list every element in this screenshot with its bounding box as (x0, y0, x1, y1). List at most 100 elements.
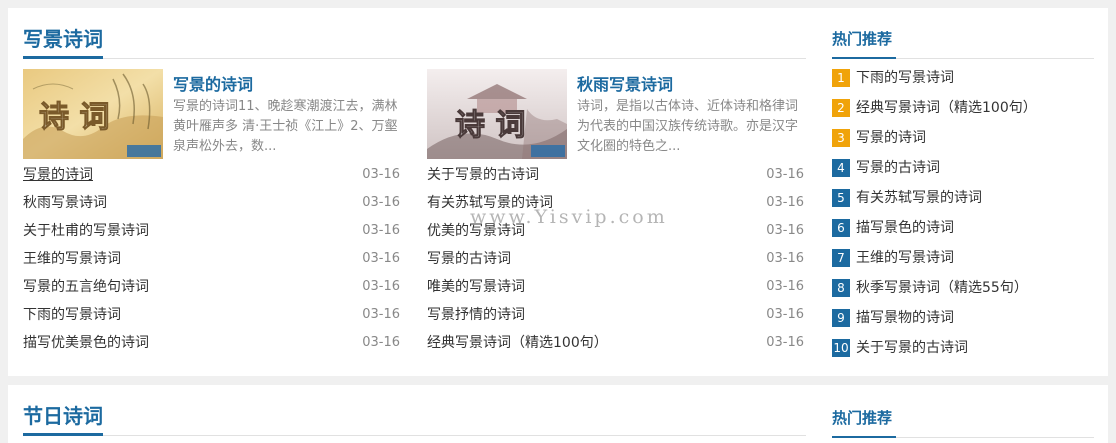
list-item-date: 03-16 (362, 307, 400, 322)
article-list-left: 写景的诗词 03-16 秋雨写景诗词 03-16 关于杜甫的写景诗词 03-16 王维… (23, 161, 400, 357)
hot-item: 2 经典写景诗词（精选100句） (832, 93, 1094, 123)
sidebar-divider (832, 436, 1094, 438)
poetry-painting-image: 诗 词 (23, 69, 163, 159)
hot-item-link[interactable]: 秋季写景诗词（精选55句） (856, 273, 1028, 303)
list-item-link[interactable]: 写景的古诗词 (427, 251, 511, 267)
section-title-underline (23, 56, 103, 59)
list-item-link[interactable]: 王维的写景诗词 (23, 251, 121, 267)
list-item-link[interactable]: 描写优美景色的诗词 (23, 335, 149, 351)
section-title-underline (23, 433, 103, 436)
list-item: 优美的写景诗词 03-16 (427, 217, 804, 245)
hot-item-link[interactable]: 描写景物的诗词 (856, 303, 954, 333)
list-item: 王维的写景诗词 03-16 (23, 245, 400, 273)
rank-badge: 5 (832, 189, 850, 207)
list-item-date: 03-16 (766, 279, 804, 294)
hot-item-link[interactable]: 写景的古诗词 (856, 153, 940, 183)
list-item-date: 03-16 (362, 223, 400, 238)
list-item-link[interactable]: 写景抒情的诗词 (427, 307, 525, 323)
featured-article-2: 诗 词 秋雨写景诗词 诗词，是指以古体诗、近体诗和格律词为代表的中国汉族传统诗歌… (427, 69, 807, 161)
list-item-link[interactable]: 写景的五言绝句诗词 (23, 279, 149, 295)
sidebar-title: 热门推荐 (832, 409, 893, 427)
hot-item: 3 写景的诗词 (832, 123, 1094, 153)
list-item-date: 03-16 (766, 195, 804, 210)
featured-title-link[interactable]: 秋雨写景诗词 (577, 71, 673, 95)
list-item-link[interactable]: 关于写景的古诗词 (427, 167, 539, 183)
hot-item-link[interactable]: 描写景色的诗词 (856, 213, 954, 243)
list-item: 下雨的写景诗词 03-16 (23, 301, 400, 329)
article-list-right: 关于写景的古诗词 03-16 有关苏轼写景的诗词 03-16 优美的写景诗词 03-1… (427, 161, 804, 357)
list-item: 写景的五言绝句诗词 03-16 (23, 273, 400, 301)
list-item-date: 03-16 (362, 251, 400, 266)
hot-item-link[interactable]: 经典写景诗词（精选100句） (856, 93, 1037, 123)
featured-description: 诗词，是指以古体诗、近体诗和格律词为代表的中国汉族传统诗歌。亦是汉字文化圈的特色… (577, 99, 799, 154)
list-item-link[interactable]: 唯美的写景诗词 (427, 279, 525, 295)
rank-badge: 7 (832, 249, 850, 267)
hot-item-link[interactable]: 关于写景的古诗词 (856, 333, 968, 363)
poetry-pavilion-image: 诗 词 (427, 69, 567, 159)
section-title: 节日诗词 (23, 404, 103, 428)
list-item-link[interactable]: 下雨的写景诗词 (23, 307, 121, 323)
hot-item: 8 秋季写景诗词（精选55句） (832, 273, 1094, 303)
festival-poetry-section-panel: 节日诗词 热门推荐 (8, 385, 1108, 443)
section-divider (23, 435, 806, 436)
rank-badge: 8 (832, 279, 850, 297)
list-item: 秋雨写景诗词 03-16 (23, 189, 400, 217)
hot-item-link[interactable]: 下雨的写景诗词 (856, 63, 954, 93)
hot-item-link[interactable]: 王维的写景诗词 (856, 243, 954, 273)
hot-item: 4 写景的古诗词 (832, 153, 1094, 183)
list-item-link[interactable]: 优美的写景诗词 (427, 223, 525, 239)
list-item-date: 03-16 (766, 167, 804, 182)
list-item: 唯美的写景诗词 03-16 (427, 273, 804, 301)
hot-item: 1 下雨的写景诗词 (832, 63, 1094, 93)
section-divider (23, 58, 806, 59)
list-item-date: 03-16 (766, 335, 804, 350)
list-item-date: 03-16 (766, 251, 804, 266)
featured-thumbnail-1[interactable]: 诗 词 (23, 69, 163, 159)
rank-badge: 1 (832, 69, 850, 87)
section-title: 写景诗词 (23, 27, 103, 51)
list-item-date: 03-16 (766, 307, 804, 322)
rank-badge: 2 (832, 99, 850, 117)
list-item: 有关苏轼写景的诗词 03-16 (427, 189, 804, 217)
list-item: 关于写景的古诗词 03-16 (427, 161, 804, 189)
thumbnail-caption: 诗 词 (455, 108, 525, 143)
rank-badge: 6 (832, 219, 850, 237)
hot-item: 7 王维的写景诗词 (832, 243, 1094, 273)
rank-badge: 10 (832, 339, 850, 357)
rank-badge: 4 (832, 159, 850, 177)
hot-item: 10 关于写景的古诗词 (832, 333, 1094, 363)
sidebar-title: 热门推荐 (832, 30, 893, 48)
list-item-date: 03-16 (362, 279, 400, 294)
list-item-link[interactable]: 写景的诗词 (23, 167, 93, 183)
list-item-link[interactable]: 秋雨写景诗词 (23, 195, 107, 211)
list-item-link[interactable]: 有关苏轼写景的诗词 (427, 195, 553, 211)
list-item-date: 03-16 (362, 167, 400, 182)
featured-title-link[interactable]: 写景的诗词 (173, 71, 253, 95)
list-item: 写景的诗词 03-16 (23, 161, 400, 189)
list-item: 写景的古诗词 03-16 (427, 245, 804, 273)
list-item: 经典写景诗词（精选100句） 03-16 (427, 329, 804, 357)
list-item-date: 03-16 (766, 223, 804, 238)
featured-description: 写景的诗词11、晚趁寒潮渡江去，满林黄叶雁声多 清·王士祯《江上》2、万壑泉声松… (173, 99, 398, 154)
hot-item-link[interactable]: 有关苏轼写景的诗词 (856, 183, 982, 213)
rank-badge: 9 (832, 309, 850, 327)
hot-recommendations-sidebar: 热门推荐 1 下雨的写景诗词 2 经典写景诗词（精选100句） 3 写景的诗词 4 写景… (832, 26, 1094, 363)
hot-item-link[interactable]: 写景的诗词 (856, 123, 926, 153)
list-item-link[interactable]: 经典写景诗词（精选100句） (427, 335, 608, 351)
hot-item: 6 描写景色的诗词 (832, 213, 1094, 243)
list-item: 关于杜甫的写景诗词 03-16 (23, 217, 400, 245)
hot-list: 1 下雨的写景诗词 2 经典写景诗词（精选100句） 3 写景的诗词 4 写景的古诗词 … (832, 63, 1094, 363)
featured-article-1: 诗 词 写景的诗词 写景的诗词11、晚趁寒潮渡江去，满林黄叶雁声多 清·王士祯《… (23, 69, 403, 161)
poetry-section-panel: 写景诗词 诗 词 写景的诗词 写景的诗词11、晚趁寒潮渡江去，满林黄叶雁声多 清… (8, 8, 1108, 376)
hot-item: 5 有关苏轼写景的诗词 (832, 183, 1094, 213)
list-item-date: 03-16 (362, 195, 400, 210)
thumbnail-caption: 诗 词 (39, 100, 109, 135)
list-item: 写景抒情的诗词 03-16 (427, 301, 804, 329)
featured-thumbnail-2[interactable]: 诗 词 (427, 69, 567, 159)
hot-item: 9 描写景物的诗词 (832, 303, 1094, 333)
list-item-date: 03-16 (362, 335, 400, 350)
list-item-link[interactable]: 关于杜甫的写景诗词 (23, 223, 149, 239)
hot-recommendations-sidebar: 热门推荐 (832, 405, 1094, 438)
list-item: 描写优美景色的诗词 03-16 (23, 329, 400, 357)
sidebar-divider (832, 57, 1094, 59)
